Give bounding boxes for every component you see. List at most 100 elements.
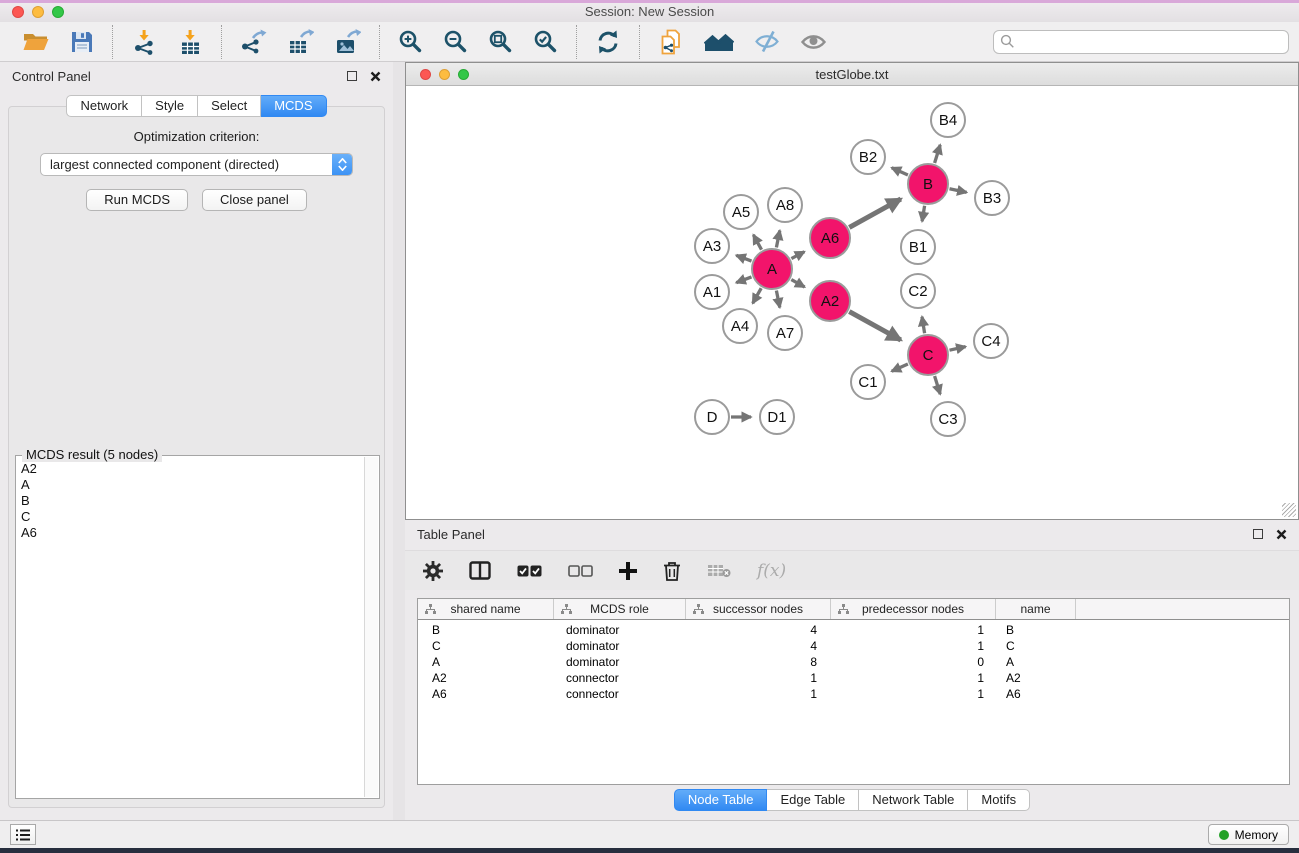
graph-edge-A6-B[interactable] — [849, 199, 901, 227]
export-network-button[interactable] — [234, 27, 273, 57]
column-header-successor-nodes[interactable]: successor nodes — [686, 599, 831, 619]
mcds-result-item[interactable]: A2 — [21, 461, 360, 477]
table-row[interactable]: Adominator80A — [418, 654, 1289, 670]
graph-edge-B-B1[interactable] — [922, 206, 925, 222]
tab-network[interactable]: Network — [66, 95, 142, 117]
duplicate-network-button[interactable] — [652, 26, 690, 58]
column-label: successor nodes — [713, 602, 803, 616]
mcds-result-item[interactable]: B — [21, 493, 360, 509]
delete-column-button[interactable] — [663, 561, 681, 581]
tab-mcds[interactable]: MCDS — [261, 95, 326, 117]
refresh-view-button[interactable] — [589, 27, 627, 57]
panel-divider[interactable] — [393, 62, 405, 820]
graph-node-label: A8 — [776, 197, 794, 214]
graph-edge-A-A3[interactable] — [736, 255, 751, 261]
table-cell: A — [996, 655, 1076, 669]
import-network-icon — [131, 29, 157, 55]
tab-style[interactable]: Style — [142, 95, 198, 117]
window-resize-grip-icon[interactable] — [1282, 503, 1296, 517]
graph-node-label: B1 — [909, 239, 927, 256]
show-all-button[interactable] — [794, 29, 833, 55]
table-row[interactable]: Cdominator41C — [418, 638, 1289, 654]
search-input[interactable] — [1015, 35, 1282, 49]
mcds-result-item[interactable]: A6 — [21, 525, 360, 541]
float-panel-icon[interactable] — [347, 71, 357, 81]
float-table-panel-icon[interactable] — [1253, 529, 1263, 539]
split-view-button[interactable] — [469, 561, 491, 580]
graph-edge-C-C1[interactable] — [892, 364, 908, 371]
column-header-shared-name[interactable]: shared name — [418, 599, 554, 619]
delete-table-button[interactable] — [707, 563, 731, 578]
save-session-button[interactable] — [64, 28, 100, 56]
open-session-button[interactable] — [16, 27, 56, 56]
table-cell: connector — [554, 687, 686, 701]
tab-select[interactable]: Select — [198, 95, 261, 117]
close-table-panel-icon[interactable] — [1276, 529, 1287, 540]
graph-edge-A-A2[interactable] — [791, 280, 804, 287]
graph-edge-A-A1[interactable] — [736, 277, 751, 283]
home-views-button[interactable] — [698, 28, 740, 56]
column-header-name[interactable]: name — [996, 599, 1076, 619]
tab-network-table[interactable]: Network Table — [859, 789, 968, 811]
select-all-button[interactable] — [517, 565, 542, 577]
table-cell: C — [418, 639, 554, 653]
run-mcds-button[interactable]: Run MCDS — [86, 189, 188, 211]
mcds-result-scrollbar[interactable] — [364, 457, 378, 797]
search-field[interactable] — [993, 30, 1289, 54]
deselect-all-button[interactable] — [568, 565, 593, 577]
column-header-predecessor-nodes[interactable]: predecessor nodes — [831, 599, 996, 619]
import-table-button[interactable] — [171, 27, 209, 57]
task-history-button[interactable] — [10, 824, 36, 845]
graph-edge-B-B3[interactable] — [950, 189, 967, 193]
graph-edge-C-C4[interactable] — [950, 347, 966, 351]
table-panel-title: Table Panel — [417, 527, 485, 542]
export-image-button[interactable] — [328, 27, 367, 57]
zoom-out-button[interactable] — [437, 27, 474, 56]
toolbar-separator — [379, 25, 380, 59]
zoom-fit-icon — [488, 29, 513, 54]
graph-edge-C-C3[interactable] — [935, 376, 941, 394]
zoom-selected-button[interactable] — [527, 27, 564, 56]
mcds-result-item[interactable]: A — [21, 477, 360, 493]
column-header-empty — [1076, 599, 1289, 619]
graph-edge-A2-C[interactable] — [849, 312, 901, 340]
table-row[interactable]: A6connector11A6 — [418, 686, 1289, 702]
import-network-button[interactable] — [125, 27, 163, 57]
graph-edge-A-A5[interactable] — [753, 235, 761, 250]
graph-node-label: A6 — [821, 230, 839, 247]
graph-edge-A-A4[interactable] — [753, 288, 762, 303]
zoom-in-button[interactable] — [392, 27, 429, 56]
tab-motifs[interactable]: Motifs — [968, 789, 1030, 811]
criterion-dropdown[interactable]: largest connected component (directed) — [40, 153, 353, 176]
column-label: shared name — [450, 602, 520, 616]
graph-edge-A-A6[interactable] — [791, 252, 804, 259]
gear-icon — [423, 561, 443, 581]
close-panel-icon[interactable] — [370, 71, 381, 82]
network-window-titlebar[interactable]: testGlobe.txt — [406, 63, 1298, 86]
search-icon — [1000, 34, 1015, 49]
graph-edge-C-C2[interactable] — [922, 317, 925, 334]
add-column-button[interactable] — [619, 562, 637, 580]
zoom-fit-button[interactable] — [482, 27, 519, 56]
memory-button[interactable]: Memory — [1208, 824, 1289, 845]
graph-edge-B-B4[interactable] — [935, 145, 941, 163]
table-row[interactable]: Bdominator41B — [418, 622, 1289, 638]
table-row[interactable]: A2connector11A2 — [418, 670, 1289, 686]
graph-edge-A-A7[interactable] — [776, 291, 779, 308]
close-panel-button[interactable]: Close panel — [202, 189, 307, 211]
toolbar-separator — [221, 25, 222, 59]
table-cell: A6 — [996, 687, 1076, 701]
column-header-mcds-role[interactable]: MCDS role — [554, 599, 686, 619]
mcds-result-item[interactable]: C — [21, 509, 360, 525]
network-canvas[interactable]: B4B2BB3A5A8A6A3B1AA1C2A2A4A7CC4C1C3DD1 — [406, 87, 1298, 519]
tab-edge-table[interactable]: Edge Table — [767, 789, 859, 811]
graph-node-label: C4 — [981, 333, 1000, 350]
hide-selected-button[interactable] — [748, 27, 786, 56]
graph-edge-B-B2[interactable] — [892, 168, 908, 175]
function-builder-button[interactable]: f(x) — [757, 561, 786, 581]
table-settings-button[interactable] — [423, 561, 443, 581]
graph-edge-A-A8[interactable] — [776, 231, 779, 248]
export-table-button[interactable] — [281, 27, 320, 57]
tab-node-table[interactable]: Node Table — [674, 789, 768, 811]
node-table-header: shared name MCDS role successor nodes pr… — [418, 599, 1289, 620]
